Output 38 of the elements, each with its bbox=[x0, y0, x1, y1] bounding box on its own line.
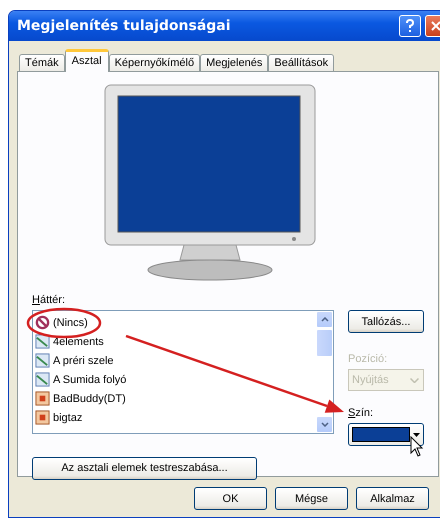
image-file-icon bbox=[35, 372, 50, 387]
scrollbar-thumb[interactable] bbox=[316, 329, 333, 357]
tab[interactable]: Megjelenés bbox=[200, 54, 268, 72]
help-button[interactable] bbox=[399, 15, 421, 37]
image-file-icon bbox=[35, 353, 50, 368]
color-label: Szín: bbox=[348, 407, 374, 419]
html-file-icon bbox=[35, 391, 50, 406]
chevron-down-icon bbox=[320, 422, 328, 427]
tab[interactable]: Témák bbox=[19, 54, 65, 72]
chevron-up-icon bbox=[320, 317, 328, 322]
color-picker-button[interactable] bbox=[348, 423, 424, 446]
list-item[interactable]: bigtaz bbox=[53, 412, 82, 424]
close-icon bbox=[431, 21, 440, 31]
tab[interactable]: Beállítások bbox=[268, 54, 334, 72]
customize-desktop-button[interactable]: Az asztali elemek testreszabása... bbox=[32, 456, 257, 480]
list-item[interactable]: (Nincs) bbox=[53, 316, 88, 328]
html-file-icon bbox=[35, 410, 50, 425]
position-label: Pozíció: bbox=[348, 353, 388, 365]
list-item[interactable]: A préri szele bbox=[53, 354, 114, 366]
list-item[interactable]: 4elements bbox=[53, 336, 104, 348]
help-icon bbox=[405, 19, 415, 33]
browse-button[interactable]: Tallózás... bbox=[348, 310, 424, 333]
chevron-down-icon bbox=[410, 378, 419, 382]
dialog-button[interactable]: Alkalmaz bbox=[356, 487, 429, 510]
tab[interactable]: Asztal bbox=[64, 49, 109, 72]
background-list[interactable]: (Nincs) 4elements A préri szele A Sumida folyó BadBuddy(DT) bigtaz bbox=[32, 310, 334, 434]
window-title: Megjelenítés tulajdonságai bbox=[17, 18, 232, 34]
list-item[interactable]: A Sumida folyó bbox=[53, 374, 126, 386]
background-label: Háttér: bbox=[32, 294, 66, 306]
scroll-down-button[interactable] bbox=[316, 416, 333, 433]
tab[interactable]: Képernyőkímélő bbox=[108, 54, 200, 72]
list-item[interactable]: BadBuddy(DT) bbox=[53, 392, 126, 404]
image-file-icon bbox=[35, 334, 50, 349]
mouse-pointer-icon bbox=[410, 436, 424, 458]
dialog-button[interactable]: OK bbox=[194, 487, 267, 510]
dialog-button[interactable]: Mégse bbox=[275, 487, 348, 510]
scroll-up-button[interactable] bbox=[316, 311, 333, 328]
no-entry-icon bbox=[35, 315, 50, 330]
